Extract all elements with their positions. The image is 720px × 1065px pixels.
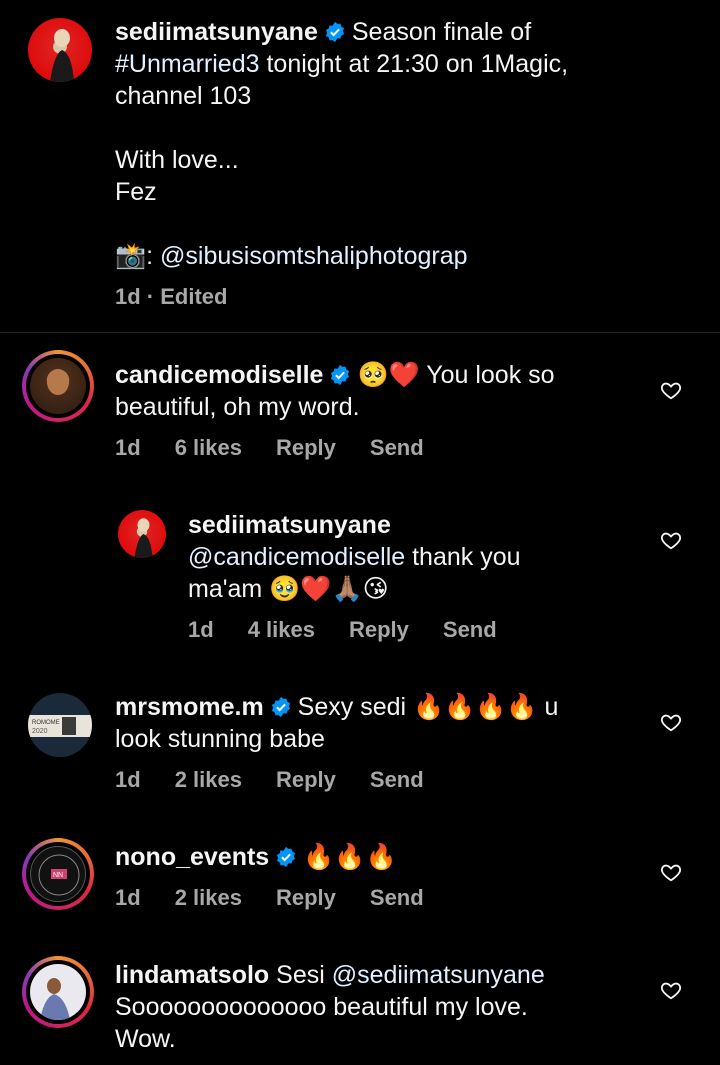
- avatar-banner-icon: ROMOME 2020: [28, 715, 92, 737]
- comment-reply-sediimatsunyane: sediimatsunyane @candicemodiselle thank …: [188, 509, 638, 605]
- comment-text-line2: look stunning babe: [115, 725, 325, 753]
- avatar-figure-icon: [40, 978, 70, 1020]
- mention-link[interactable]: @sediimatsunyane: [332, 961, 545, 989]
- mention-link[interactable]: @candicemodiselle: [188, 543, 405, 571]
- comment-text-line2: Soooooooooooooo beautiful my love.: [115, 993, 528, 1021]
- comment-text-line3: Wow.: [115, 1025, 176, 1053]
- avatar-nono-events[interactable]: NN: [22, 838, 94, 910]
- caption-divider: [0, 332, 720, 333]
- svg-text:ROMOME: ROMOME: [32, 720, 60, 726]
- send-button[interactable]: Send: [443, 617, 497, 642]
- caption-meta: 1d · Edited: [115, 284, 228, 309]
- comment-time: 1d: [115, 885, 141, 910]
- verified-badge-icon: [271, 696, 290, 718]
- caption-line1: Season finale of: [351, 18, 532, 46]
- comment-likes[interactable]: 4 likes: [248, 617, 315, 642]
- comment-emoji: 🥹❤️🙏🏽😘: [269, 574, 389, 603]
- reply-button[interactable]: Reply: [349, 617, 409, 642]
- comment-text-pre: Sesi: [276, 961, 325, 989]
- svg-text:2020: 2020: [32, 728, 48, 735]
- avatar-lindamatsolo[interactable]: [22, 956, 94, 1028]
- avatar-mrsmome-m[interactable]: ROMOME 2020: [28, 693, 92, 757]
- comment-nono-events: nono_events 🔥🔥🔥: [115, 841, 635, 873]
- reply-button[interactable]: Reply: [276, 435, 336, 460]
- heart-outline-icon[interactable]: [660, 979, 682, 1001]
- comment-time: 1d: [115, 435, 141, 460]
- comment-text-line1: You look so: [426, 361, 555, 389]
- comment-meta: 1d 2 likes Reply Send: [115, 885, 458, 911]
- caption-line2: tonight at 21:30 on 1Magic,: [266, 50, 569, 78]
- avatar-candicemodiselle[interactable]: [22, 350, 94, 422]
- comment-text-line2: ma'am: [188, 575, 263, 603]
- send-button[interactable]: Send: [370, 885, 424, 910]
- comment-likes[interactable]: 6 likes: [175, 435, 242, 460]
- heart-outline-icon[interactable]: [660, 529, 682, 551]
- comment-username[interactable]: mrsmome.m: [115, 693, 264, 721]
- comment-username[interactable]: nono_events: [115, 843, 269, 871]
- comment-emoji: 🔥🔥🔥🔥: [413, 692, 538, 721]
- comment-emoji: 🥺❤️: [357, 360, 420, 389]
- comment-text-line1-end: u: [544, 693, 559, 721]
- comment-lindamatsolo: lindamatsolo Sesi @sediimatsunyane Soooo…: [115, 959, 655, 1055]
- heart-outline-icon[interactable]: [660, 711, 682, 733]
- comment-likes[interactable]: 2 likes: [175, 885, 242, 910]
- photographer-credit[interactable]: : @sibusisomtshaliphotograp: [146, 242, 467, 270]
- comment-candicemodiselle: candicemodiselle 🥺❤️ You look so beautifu…: [115, 359, 635, 423]
- comment-text-line1: thank you: [412, 543, 521, 571]
- comment-time: 1d: [115, 767, 141, 792]
- comment-meta: 1d 2 likes Reply Send: [115, 767, 458, 793]
- comment-likes[interactable]: 2 likes: [175, 767, 242, 792]
- verified-badge-icon: [331, 364, 350, 386]
- comment-username[interactable]: sediimatsunyane: [188, 511, 391, 539]
- comment-text-line1: Sexy sedi: [297, 693, 407, 721]
- hashtag-link[interactable]: #Unmarried3: [115, 50, 260, 78]
- comment-text-line2: beautiful, oh my word.: [115, 393, 360, 421]
- caption-line5: Fez: [115, 178, 157, 206]
- heart-outline-icon[interactable]: [660, 379, 682, 401]
- comment-mrsmome-m: mrsmome.m Sexy sedi 🔥🔥🔥🔥 u look stunning …: [115, 691, 635, 755]
- send-button[interactable]: Send: [370, 767, 424, 792]
- comment-username[interactable]: lindamatsolo: [115, 961, 269, 989]
- caption-line3: channel 103: [115, 82, 252, 110]
- comment-emoji: 🔥🔥🔥: [303, 842, 397, 871]
- avatar-sediimatsunyane-reply[interactable]: [118, 510, 166, 558]
- send-button[interactable]: Send: [370, 435, 424, 460]
- verified-badge-icon: [277, 846, 296, 868]
- camera-flash-icon: 📸: [115, 241, 147, 270]
- heart-outline-icon[interactable]: [660, 861, 682, 883]
- caption-username[interactable]: sediimatsunyane: [115, 18, 318, 46]
- caption-line4: With love...: [115, 146, 239, 174]
- comment-username[interactable]: candicemodiselle: [115, 361, 323, 389]
- caption-text: sediimatsunyane Season finale of #Unmarri…: [115, 16, 695, 272]
- reply-button[interactable]: Reply: [276, 767, 336, 792]
- avatar-sediimatsunyane[interactable]: [28, 18, 92, 82]
- avatar-face-icon: [47, 369, 69, 395]
- comment-time: 1d: [188, 617, 214, 642]
- avatar-logo-icon: NN: [38, 854, 80, 896]
- avatar-figure-icon: [134, 518, 153, 558]
- comment-meta: 1d 6 likes Reply Send: [115, 435, 458, 461]
- svg-text:NN: NN: [53, 872, 63, 879]
- verified-badge-icon: [325, 21, 344, 43]
- reply-button[interactable]: Reply: [276, 885, 336, 910]
- avatar-figure-icon: [50, 29, 74, 82]
- comment-meta: 1d 4 likes Reply Send: [188, 617, 531, 643]
